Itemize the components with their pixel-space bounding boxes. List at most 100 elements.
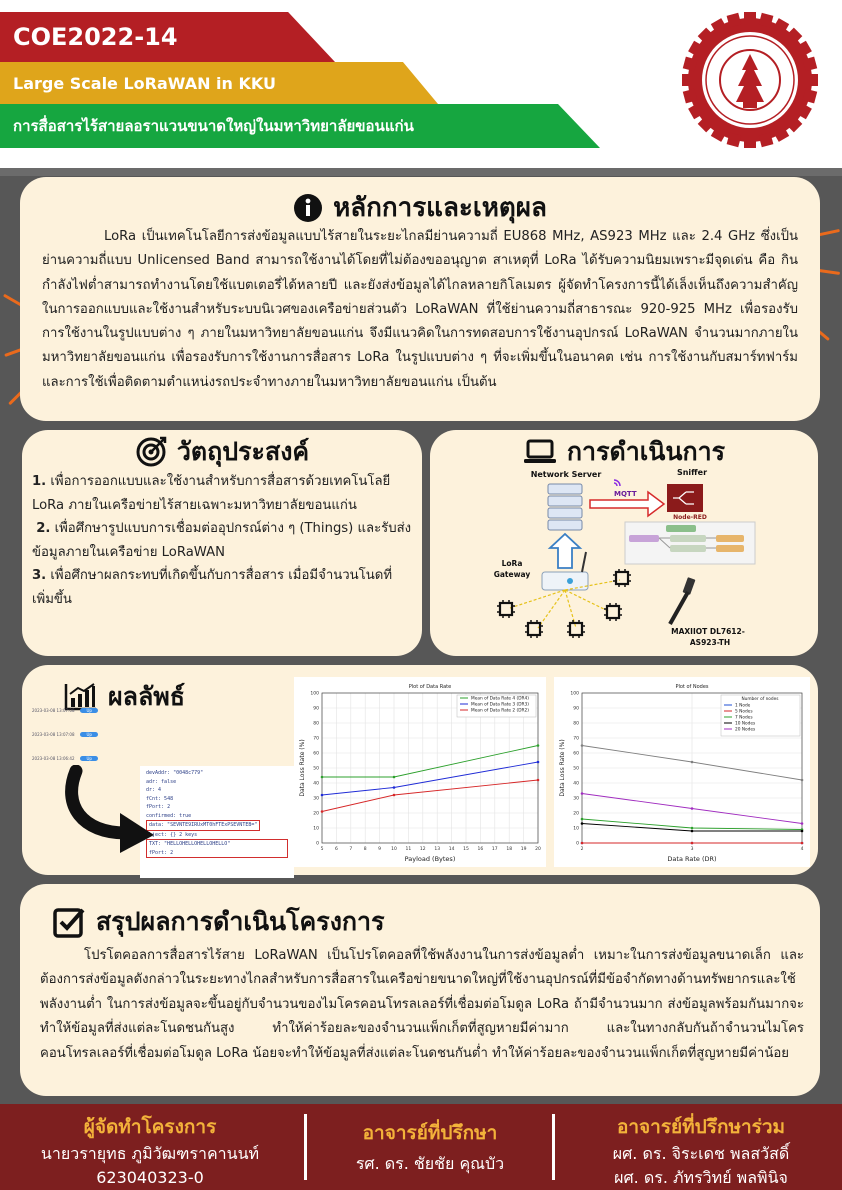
conclusion-body: โปรโตคอลการสื่อสารไร้สาย LoRaWAN เป็นโปร… [40, 948, 804, 1061]
data-point [580, 822, 584, 825]
x-axis-label: Data Rate (DR) [667, 855, 716, 863]
data-point [536, 760, 540, 764]
y-tick-label: 40 [313, 781, 319, 787]
objective-number: 1. [32, 474, 47, 489]
objectives-panel: วัตถุประสงค์ 1. เพื่อการออกแบบและใช้งานส… [22, 430, 422, 656]
objectives-list: 1. เพื่อการออกแบบและใช้งานสำหรับการสื่อส… [32, 470, 412, 611]
json-line: devAddr: "0048c779" [146, 770, 204, 776]
json-line: confirmed: true [146, 812, 192, 819]
rationale-panel: หลักการและเหตุผล LoRa เป็นเทคโนโลยีการส่… [20, 177, 820, 421]
sniffer-label: Sniffer [677, 468, 707, 477]
poster-header: COE2022-14 Large Scale LoRaWAN in KKU กา… [0, 0, 842, 168]
network-server-label: Network Server [531, 470, 602, 479]
target-icon [135, 436, 167, 468]
json-object-box: TXT: "HELLOHELLOHELLOHELLO" fPort: 2 [146, 839, 288, 858]
lora-device-icon [668, 577, 696, 625]
coadvisor-name: ผศ. ดร. จิระเดช พลสวัสดิ์ [612, 1144, 790, 1163]
y-tick-label: 100 [310, 691, 319, 697]
x-tick-label: 8 [364, 846, 367, 852]
conclusion-panel: สรุปผลการดำเนินโครงการ โปรโตคอลการสื่อสา… [20, 884, 820, 1096]
objective-number: 3. [32, 568, 47, 583]
x-tick-label: 19 [521, 846, 527, 852]
data-point [690, 760, 694, 764]
mqtt-label: MQTT [614, 490, 637, 498]
info-icon [293, 193, 323, 223]
y-tick-label: 90 [573, 706, 579, 712]
gateway-label-line2: Gateway [494, 570, 531, 579]
footer-divider [304, 1114, 307, 1180]
project-title-th: การสื่อสารไร้สายลอราแวนขนาดใหญ่ในมหาวิทย… [0, 104, 600, 148]
payload-json: devAddr: "0048c779" adr: false dr: 4 fCn… [140, 766, 294, 878]
json-line: data: "SEVNTE9IRUxMT0hFTExPSEVNTEB=" [146, 820, 261, 831]
rationale-heading: หลักการและเหตุผล [20, 187, 820, 228]
legend-label: 10 Nodes [735, 721, 756, 727]
data-point [800, 829, 804, 833]
log-time: 2023-03-08 13:07:08 [32, 732, 75, 737]
chart-data-rate: 0 10 20 30 40 50 60 70 80 90 100 5 6 7 8 9 10 11 12 13 14 15 1… [294, 677, 546, 867]
data-point [690, 841, 694, 845]
y-tick-label: 40 [573, 781, 579, 787]
x-axis-label: Payload (Bytes) [405, 855, 456, 863]
log-tag: Up [80, 732, 98, 737]
data-point [392, 786, 396, 789]
x-tick-label: 13 [434, 846, 440, 852]
y-tick-label: 20 [573, 811, 579, 817]
log-time: 2023-03-08 13:06:42 [32, 756, 75, 761]
log-tag: Up [80, 756, 98, 761]
objective-text: เพื่อการออกแบบและใช้งานสำหรับการสื่อสารด… [32, 474, 391, 513]
x-tick-label: 9 [378, 846, 381, 852]
footer-divider [552, 1114, 555, 1180]
json-line: fCnt: 548 [146, 795, 174, 802]
system-diagram: Network Server MQTT Sniffer Node-RED LoR… [494, 468, 756, 647]
y-tick-label: 0 [576, 841, 579, 847]
y-tick-label: 90 [313, 706, 319, 712]
data-point [320, 793, 324, 797]
conclusion-title: สรุปผลการดำเนินโครงการ [96, 907, 385, 936]
data-point [392, 775, 396, 779]
series-line [321, 779, 539, 812]
project-title-en: Large Scale LoRaWAN in KKU [0, 62, 438, 104]
objective-item: 1. เพื่อการออกแบบและใช้งานสำหรับการสื่อส… [32, 470, 412, 517]
conclusion-heading: สรุปผลการดำเนินโครงการ [52, 902, 385, 942]
advisor-heading: อาจารย์ที่ปรึกษา [362, 1122, 498, 1144]
legend-label: Mean of Data Rate 4 (DR4) [471, 696, 529, 702]
log-row: 2023-03-08 13:07:08 Up [32, 708, 294, 718]
data-point [690, 829, 694, 833]
x-tick-label: 17 [492, 846, 498, 852]
y-tick-label: 0 [316, 841, 319, 847]
rationale-body: LoRa เป็นเทคโนโลยีการส่งข้อมูลแบบไร้สายใ… [42, 229, 798, 390]
objective-text: เพื่อศึกษารูปแบบการเชื่อมต่ออุปกรณ์ต่าง … [32, 521, 412, 560]
chart-nodes: 0 10 20 30 40 50 60 70 80 90 100 2 3 4 Plot of Nodes Da… [554, 677, 810, 867]
organizer-name: นายวรายุทธ ภูมิวัฒฑราคานนท์ [40, 1144, 260, 1163]
x-tick-label: 4 [801, 846, 804, 852]
advisor-block: อาจารย์ที่ปรึกษา รศ. ดร. ชัยชัย คุณบัว [310, 1104, 550, 1176]
data-point [536, 778, 540, 782]
data-point [320, 810, 324, 813]
objectives-title: วัตถุประสงค์ [176, 437, 310, 466]
legend-label: 7 Nodes [735, 715, 753, 721]
legend-label: 1 Node [735, 703, 751, 709]
rationale-title: หลักการและเหตุผล [333, 193, 547, 223]
y-axis-label: Data Loss Rate (%) [299, 739, 306, 796]
x-tick-label: 16 [478, 846, 484, 852]
header-divider [0, 168, 842, 176]
data-point [536, 744, 540, 747]
coadvisor-name: ผศ. ดร. ภัทรวิทย์ พลพินิจ [614, 1168, 788, 1187]
checkbox-icon [52, 905, 86, 939]
legend-label: Mean of Data Rate 2 (DR2) [471, 708, 529, 714]
x-tick-label: 7 [349, 846, 352, 852]
uplink-arrow [547, 532, 583, 569]
json-line: dr: 4 [146, 787, 162, 793]
series-line [322, 745, 539, 778]
data-point [580, 744, 584, 747]
x-tick-label: 12 [420, 846, 426, 852]
x-tick-label: 10 [391, 846, 397, 852]
y-tick-label: 50 [573, 766, 579, 772]
data-point [800, 822, 804, 825]
y-tick-label: 80 [573, 721, 579, 727]
results-panel: ผลลัพธ์ 2023-03-08 13:07:08 Up 2023-03-08… [22, 665, 818, 878]
node-red-icon [667, 484, 703, 512]
data-point [580, 841, 584, 845]
x-tick-label: 6 [335, 846, 338, 852]
data-point [320, 775, 324, 779]
